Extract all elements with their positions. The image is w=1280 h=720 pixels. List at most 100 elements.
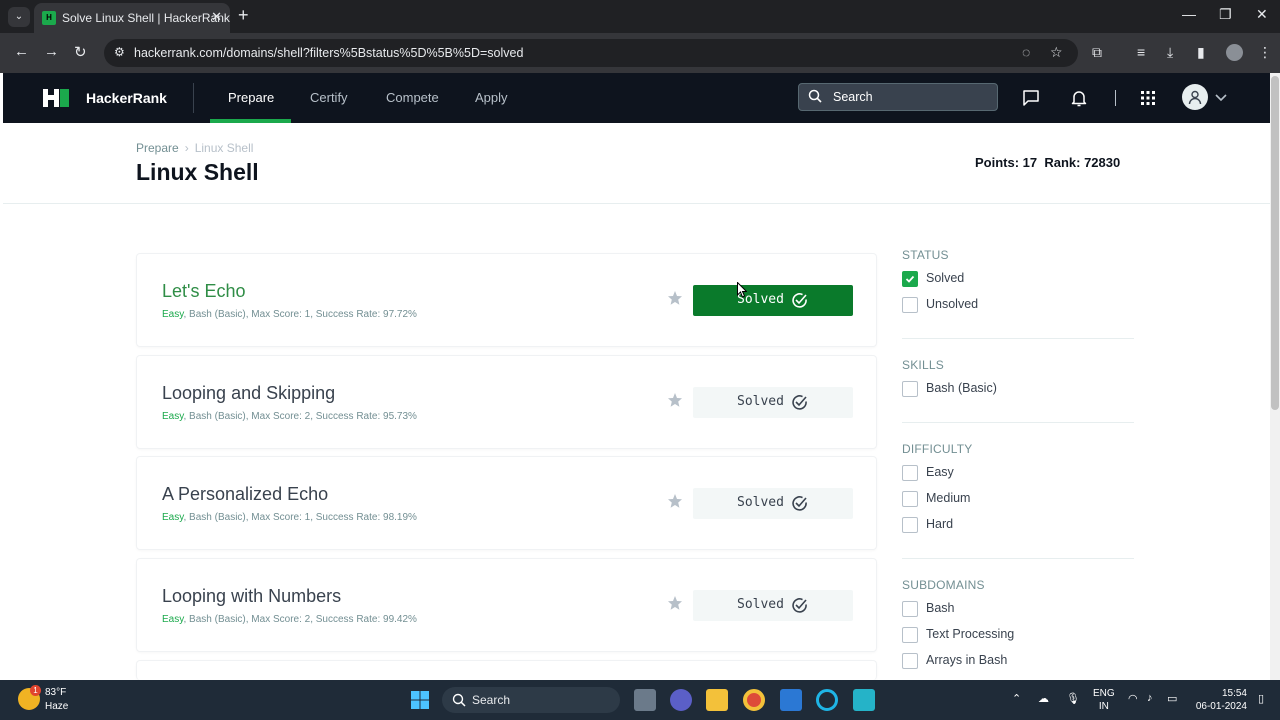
language-indicator[interactable]: ENG IN — [1093, 687, 1115, 713]
windows-start-icon[interactable] — [409, 689, 431, 711]
chat-icon[interactable] — [1022, 89, 1040, 107]
tab-close-icon[interactable]: ✕ — [211, 9, 222, 25]
breadcrumb-prepare[interactable]: Prepare — [136, 141, 179, 155]
tab-search-button[interactable]: ⌄ — [8, 7, 30, 27]
reload-icon[interactable]: ↻ — [74, 43, 87, 61]
filter-heading-skills: SKILLS — [902, 358, 944, 372]
apps-grid-icon[interactable] — [1139, 89, 1157, 107]
filter-heading-subdomains: SUBDOMAINS — [902, 578, 985, 592]
solved-button[interactable]: Solved — [693, 488, 853, 519]
url-text[interactable]: hackerrank.com/domains/shell?filters%5Bs… — [134, 46, 523, 60]
notification-bell-icon[interactable] — [1070, 89, 1088, 107]
bookmark-star-icon[interactable] — [667, 493, 683, 509]
tray-overflow-icon[interactable]: ⌃ — [1012, 692, 1021, 705]
solved-button[interactable]: Solved — [693, 590, 853, 621]
eye-off-icon[interactable]: ◌ — [1022, 44, 1030, 60]
task-view-icon[interactable] — [634, 689, 656, 711]
user-avatar[interactable] — [1182, 84, 1208, 110]
bookmark-star-icon[interactable] — [667, 392, 683, 408]
teams-icon[interactable] — [670, 689, 692, 711]
chrome-menu-icon[interactable]: ⋮ — [1258, 44, 1272, 61]
filter-label: Hard — [926, 517, 954, 531]
wifi-icon[interactable]: ◠ — [1128, 692, 1138, 705]
volume-icon[interactable]: ♪ — [1147, 692, 1153, 704]
new-tab-button[interactable]: + — [238, 5, 249, 26]
challenge-card[interactable]: Let's Echo Easy, Bash (Basic), Max Score… — [136, 253, 877, 347]
bookmark-star-icon[interactable] — [667, 595, 683, 611]
nav-divider-right — [1115, 90, 1116, 106]
nav-link-certify[interactable]: Certify — [310, 90, 348, 105]
chrome-icon[interactable] — [743, 689, 765, 711]
file-explorer-icon[interactable] — [706, 689, 728, 711]
weather-temperature[interactable]: 83°F — [45, 687, 66, 698]
challenge-card-partial[interactable] — [136, 660, 877, 680]
checkbox-checked[interactable] — [902, 271, 918, 287]
nav-link-prepare[interactable]: Prepare — [228, 90, 274, 105]
checkbox[interactable] — [902, 627, 918, 643]
challenge-card[interactable]: Looping and Skipping Easy, Bash (Basic),… — [136, 355, 877, 449]
nav-link-apply[interactable]: Apply — [475, 90, 508, 105]
challenge-meta: Easy, Bash (Basic), Max Score: 2, Succes… — [162, 614, 417, 625]
chevron-down-icon[interactable] — [1214, 90, 1228, 104]
weather-badge: 1 — [30, 685, 41, 696]
filter-divider — [902, 558, 1134, 559]
date-text: 06-01-2024 — [1195, 701, 1247, 712]
extensions-icon[interactable]: ⧉ — [1092, 44, 1102, 61]
media-control-icon[interactable]: ≡ — [1137, 44, 1145, 60]
tab-title: Solve Linux Shell | HackerRank — [62, 11, 230, 25]
search-input[interactable]: Search — [798, 83, 998, 111]
check-icon — [905, 275, 915, 283]
cortana-icon[interactable] — [816, 689, 838, 711]
page-title: Linux Shell — [136, 159, 259, 185]
side-panel-icon[interactable]: ▮ — [1197, 44, 1205, 61]
download-icon[interactable]: ⤓ — [1167, 44, 1173, 61]
microphone-icon[interactable]: 🎙 — [1066, 692, 1080, 705]
solved-button[interactable]: Solved — [693, 387, 853, 418]
back-icon[interactable]: ← — [14, 43, 29, 60]
checkbox[interactable] — [902, 517, 918, 533]
filter-label: Medium — [926, 491, 971, 505]
address-bar[interactable]: ⚙ hackerrank.com/domains/shell?filters%5… — [104, 39, 1078, 67]
store-icon[interactable] — [780, 689, 802, 711]
filter-divider — [902, 422, 1134, 423]
challenge-title[interactable]: Looping and Skipping — [162, 383, 335, 404]
challenge-title[interactable]: Let's Echo — [162, 281, 246, 302]
checkbox[interactable] — [902, 653, 918, 669]
filter-label: Arrays in Bash — [926, 653, 1008, 667]
challenge-title[interactable]: Looping with Numbers — [162, 586, 341, 607]
onedrive-icon[interactable]: ☁ — [1038, 692, 1049, 705]
difficulty-label: Easy — [162, 614, 184, 625]
bookmark-star-icon[interactable] — [667, 290, 683, 306]
site-info-icon[interactable]: ⚙ — [114, 45, 125, 59]
checkbox[interactable] — [902, 381, 918, 397]
challenge-title[interactable]: A Personalized Echo — [162, 484, 328, 505]
taskbar-search[interactable]: Search — [442, 687, 620, 713]
filter-heading-difficulty: DIFFICULTY — [902, 442, 973, 456]
window-close-icon[interactable]: ✕ — [1256, 6, 1268, 23]
checkbox[interactable] — [902, 601, 918, 617]
battery-icon[interactable]: ▭ — [1167, 692, 1177, 705]
challenge-card[interactable]: A Personalized Echo Easy, Bash (Basic), … — [136, 456, 877, 550]
maximize-icon[interactable]: ❐ — [1219, 6, 1232, 23]
minimize-icon[interactable]: — — [1182, 6, 1196, 22]
solved-button[interactable]: Solved — [693, 285, 853, 316]
browser-toolbar: ← → ↻ ⚙ hackerrank.com/domains/shell?fil… — [0, 33, 1280, 73]
nav-link-compete[interactable]: Compete — [386, 90, 439, 105]
weather-description[interactable]: Haze — [45, 701, 68, 712]
app-icon[interactable] — [853, 689, 875, 711]
challenge-card[interactable]: Looping with Numbers Easy, Bash (Basic),… — [136, 558, 877, 652]
browser-tab-active[interactable]: H Solve Linux Shell | HackerRank ✕ — [34, 3, 230, 33]
hackerrank-logo-icon[interactable] — [43, 89, 69, 107]
scrollbar-thumb[interactable] — [1271, 76, 1279, 410]
notification-center-icon[interactable]: ▯ — [1258, 692, 1264, 705]
brand-name[interactable]: HackerRank — [86, 90, 167, 106]
time-text: 15:54 — [1221, 688, 1247, 699]
checkbox[interactable] — [902, 465, 918, 481]
checkbox[interactable] — [902, 491, 918, 507]
bookmark-star-icon[interactable]: ☆ — [1050, 44, 1063, 61]
checkbox[interactable] — [902, 297, 918, 313]
forward-icon[interactable]: → — [44, 43, 59, 60]
nav-divider — [193, 83, 194, 113]
browser-profile-avatar[interactable] — [1226, 44, 1243, 61]
clock[interactable]: 15:54 06-01-2024 — [1195, 687, 1247, 713]
